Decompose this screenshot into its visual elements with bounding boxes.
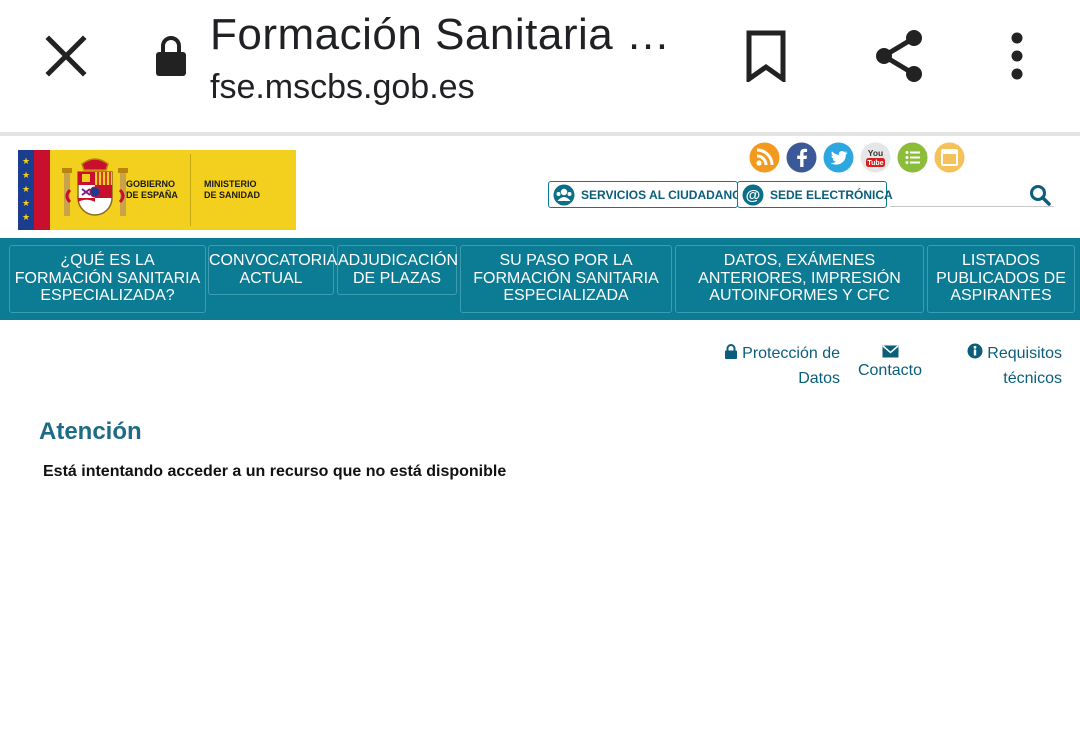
url-text[interactable]: fse.mscbs.gob.es — [210, 68, 475, 107]
flag-red-stripe — [34, 150, 50, 230]
proteccion-datos-link[interactable]: Protección de Datos — [720, 341, 840, 391]
calendar-icon[interactable] — [934, 142, 965, 173]
government-logo[interactable]: ★ ★ ★ ★ ★ GOBIERNO DE ESPAÑA MINISTERIO DE S… — [18, 150, 296, 230]
citizen-icon — [553, 184, 575, 206]
bookmark-icon[interactable] — [745, 30, 787, 82]
contacto-link[interactable]: Contacto — [855, 341, 925, 383]
facebook-icon[interactable] — [786, 142, 817, 173]
twitter-icon[interactable] — [823, 142, 854, 173]
nav-convocatoria-actual[interactable]: CONVOCATORIA ACTUAL — [208, 245, 337, 295]
ministerio-text: MINISTERIO DE SANIDAD — [204, 179, 261, 200]
page-heading: Atención — [39, 418, 142, 445]
envelope-icon — [882, 345, 898, 358]
sede-electronica-button[interactable]: @ SEDE ELECTRÓNICA — [737, 181, 893, 208]
servicios-ciudadano-button[interactable]: SERVICIOS AL CIUDADANO — [548, 181, 742, 208]
requisitos-tecnicos-link[interactable]: Requisitos técnicos — [960, 341, 1062, 391]
nav-que-es-fse[interactable]: ¿QUÉ ES LA FORMACIÓN SANITARIA ESPECIALI… — [9, 245, 206, 313]
youtube-icon[interactable]: You Tube — [860, 142, 891, 173]
nav-su-paso-fse[interactable]: SU PASO POR LA FORMACIÓN SANITARIA ESPEC… — [460, 245, 672, 313]
toolbar-divider — [0, 132, 1080, 136]
svg-text:You: You — [868, 148, 883, 158]
gobierno-text: GOBIERNO DE ESPAÑA — [126, 179, 178, 200]
nav-datos-examenes[interactable]: DATOS, EXÁMENES ANTERIORES, IMPRESIÓN AU… — [675, 245, 924, 313]
close-icon[interactable] — [44, 34, 88, 78]
page-title-bar[interactable]: Formación Sanitaria … — [210, 10, 670, 60]
nav-listados-aspirantes[interactable]: LISTADOS PUBLICADOS DE ASPIRANTES — [927, 245, 1075, 313]
more-vert-icon[interactable] — [1006, 32, 1028, 80]
proteccion-datos-label: Protección de Datos — [742, 345, 840, 387]
info-icon — [967, 343, 983, 359]
svg-text:@: @ — [746, 187, 761, 204]
search-icon[interactable] — [1029, 184, 1051, 206]
list-icon[interactable] — [897, 142, 928, 173]
nav-adjudicacion-plazas[interactable]: ADJUDICACIÓN DE PLAZAS — [337, 245, 458, 295]
coat-of-arms-icon — [62, 158, 128, 216]
at-sign-icon: @ — [742, 184, 764, 206]
lock-icon[interactable] — [155, 35, 187, 77]
share-icon[interactable] — [872, 28, 926, 84]
sede-electronica-label: SEDE ELECTRÓNICA — [770, 188, 893, 202]
svg-text:Tube: Tube — [867, 160, 883, 167]
lock-icon — [724, 344, 737, 359]
search-input[interactable] — [890, 206, 1054, 207]
eu-stars-icon: ★ ★ ★ ★ ★ — [21, 156, 31, 222]
rss-icon[interactable] — [749, 142, 780, 173]
error-message: Está intentando acceder a un recurso que… — [43, 463, 507, 480]
servicios-ciudadano-label: SERVICIOS AL CIUDADANO — [581, 188, 742, 202]
requisitos-tecnicos-label: Requisitos técnicos — [987, 345, 1062, 387]
browser-toolbar: Formación Sanitaria … fse.mscbs.gob.es — [0, 0, 1080, 132]
contacto-label: Contacto — [857, 362, 923, 379]
logo-separator — [190, 154, 191, 226]
